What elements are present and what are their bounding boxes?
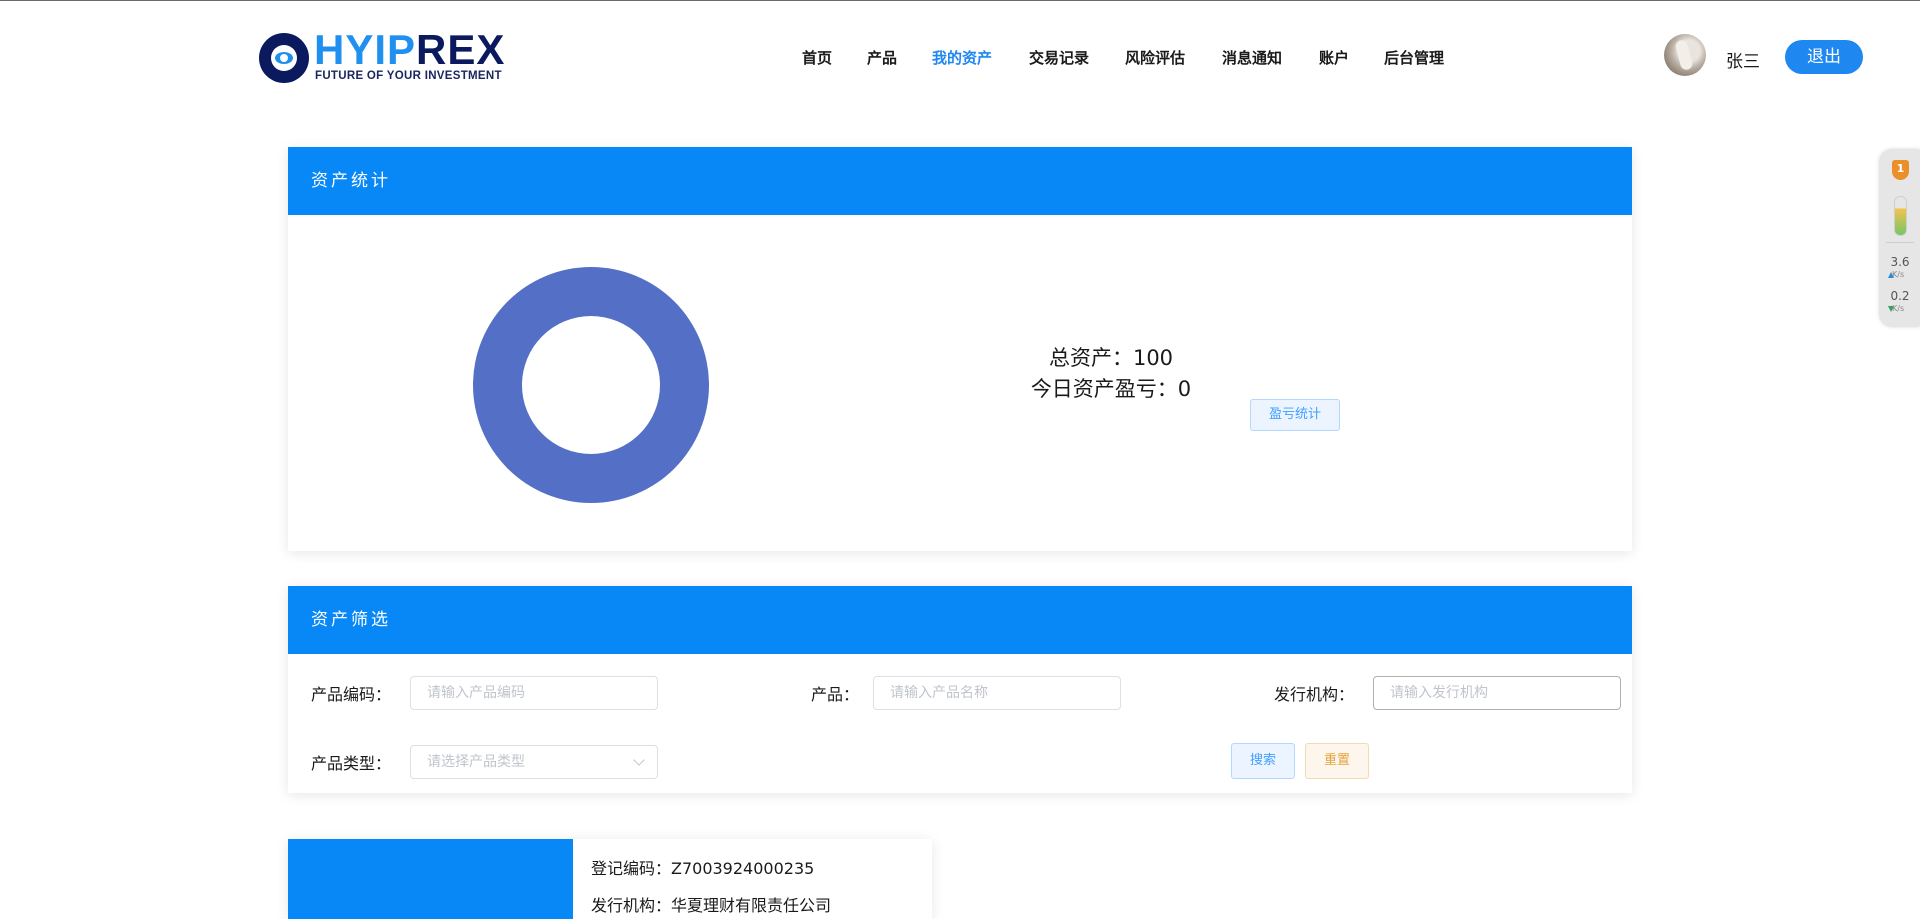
search-button[interactable]: 搜索 [1231,743,1295,779]
issuer-input[interactable]: 请输入发行机构 [1373,676,1621,710]
avatar[interactable] [1664,34,1706,76]
product-name-input[interactable]: 请输入产品名称 [873,676,1121,710]
nav-item-risk-assessment[interactable]: 风险评估 [1125,47,1185,68]
total-assets: 总资产：100 [1048,346,1174,370]
download-unit: K/s [1892,304,1905,313]
nav-item-transactions[interactable]: 交易记录 [1029,47,1089,68]
product-code-label: 产品编码： [311,685,392,704]
brand-logo[interactable]: HYIPREX FUTURE OF YOUR INVESTMENT [259,27,509,83]
asset-filter-body: 产品编码： 请输入产品编码 产品： 请输入产品名称 发行机构： 请输入发行机构 … [288,654,1632,793]
logo-tagline: FUTURE OF YOUR INVESTMENT [315,70,502,82]
donut-center [522,316,660,454]
download-speed: 0.2 [1890,289,1910,303]
logo-wordmark: HYIPREX [314,26,506,73]
today-profit-loss: 今日资产盈亏：0 [1030,377,1192,401]
reset-button[interactable]: 重置 [1305,743,1369,779]
asset-stats-body: 总资产：100 今日资产盈亏：0 盈亏统计 [288,215,1632,551]
widget-divider [1886,242,1914,243]
asset-filter-title: 资产筛选 [288,586,1632,654]
shield-badge-icon: 1 [1892,160,1909,180]
product-type-placeholder: 请选择产品类型 [427,754,525,770]
product-type-select[interactable]: 请选择产品类型 [410,745,658,779]
user-name: 张三 [1726,52,1760,72]
upload-unit: K/s [1892,270,1905,279]
product-name-label: 产品： [811,685,860,704]
asset-filter-card: 资产筛选 产品编码： 请输入产品编码 产品： 请输入产品名称 发行机构： 请输入… [288,586,1632,793]
product-type-label: 产品类型： [311,754,392,773]
issuer-label: 发行机构： [1274,685,1355,704]
asset-item-image [288,839,573,919]
profit-stats-button[interactable]: 盈亏统计 [1250,399,1340,431]
nav-item-account[interactable]: 账户 [1319,47,1349,68]
network-monitor-widget[interactable]: 1 3.6 K/s 0.2 K/s [1880,150,1920,326]
chevron-down-icon [633,754,645,766]
product-code-input[interactable]: 请输入产品编码 [410,676,658,710]
nav-item-notifications[interactable]: 消息通知 [1222,47,1282,68]
nav-item-home[interactable]: 首页 [802,47,832,68]
asset-reg-code: 登记编码：Z7003924000235 [591,859,815,878]
nav-item-products[interactable]: 产品 [867,47,897,68]
eye-logo-icon [259,33,309,83]
nav-item-admin[interactable]: 后台管理 [1384,47,1444,68]
upload-speed: 3.6 [1890,255,1910,269]
asset-stats-title: 资产统计 [288,147,1632,215]
asset-donut-chart[interactable] [473,267,709,503]
nav-item-my-assets[interactable]: 我的资产 [932,47,992,68]
asset-stats-card: 资产统计 总资产：100 今日资产盈亏：0 盈亏统计 [288,147,1632,551]
window-top-border [0,0,1920,1]
memory-gauge-icon [1894,196,1907,236]
asset-issuer: 发行机构：华夏理财有限责任公司 [591,896,832,915]
asset-item-card[interactable]: 登记编码：Z7003924000235 发行机构：华夏理财有限责任公司 [288,839,932,919]
logout-button[interactable]: 退出 [1785,40,1863,74]
